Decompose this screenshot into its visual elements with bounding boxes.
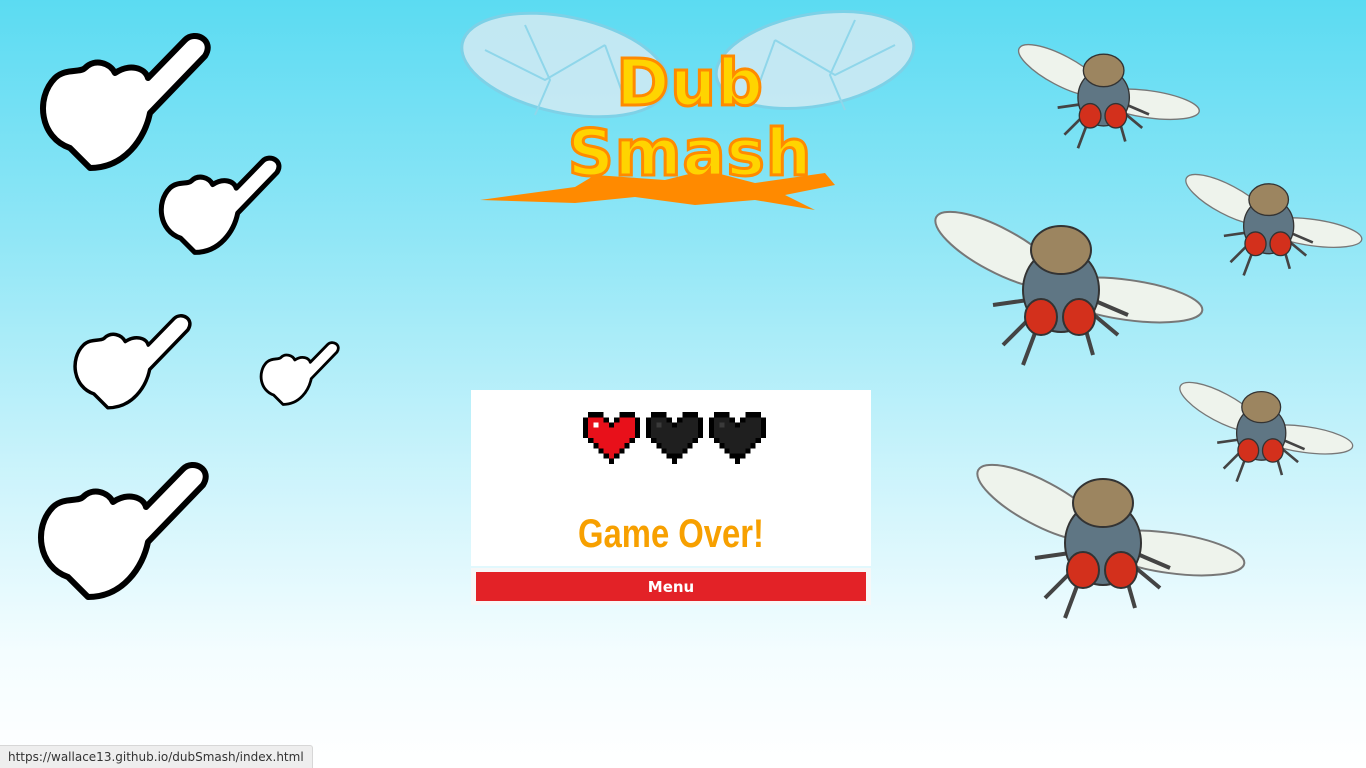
fly-icon <box>1015 40 1200 155</box>
heart-full-icon <box>583 412 640 464</box>
menu-button-container: Menu <box>471 568 871 605</box>
game-over-panel: Game Over! <box>471 390 871 566</box>
pointing-hand-icon <box>152 152 282 260</box>
fly-icon <box>1180 170 1363 282</box>
fly-icon <box>970 458 1246 628</box>
status-bar-url: https://wallace13.github.io/dubSmash/ind… <box>0 745 313 768</box>
pointing-hand-icon <box>28 456 209 608</box>
pointing-hand-icon <box>66 310 192 415</box>
logo-title-line2: Smash <box>566 116 813 193</box>
game-logo: Dub Smash <box>455 5 925 220</box>
menu-button[interactable]: Menu <box>476 572 866 601</box>
lives-display <box>583 412 766 464</box>
heart-empty-icon <box>646 412 703 464</box>
game-over-message: Game Over! <box>578 512 764 556</box>
fly-icon <box>928 205 1204 375</box>
logo-title-line1: Dub <box>615 46 765 123</box>
heart-empty-icon <box>709 412 766 464</box>
pointing-hand-icon <box>255 338 340 410</box>
